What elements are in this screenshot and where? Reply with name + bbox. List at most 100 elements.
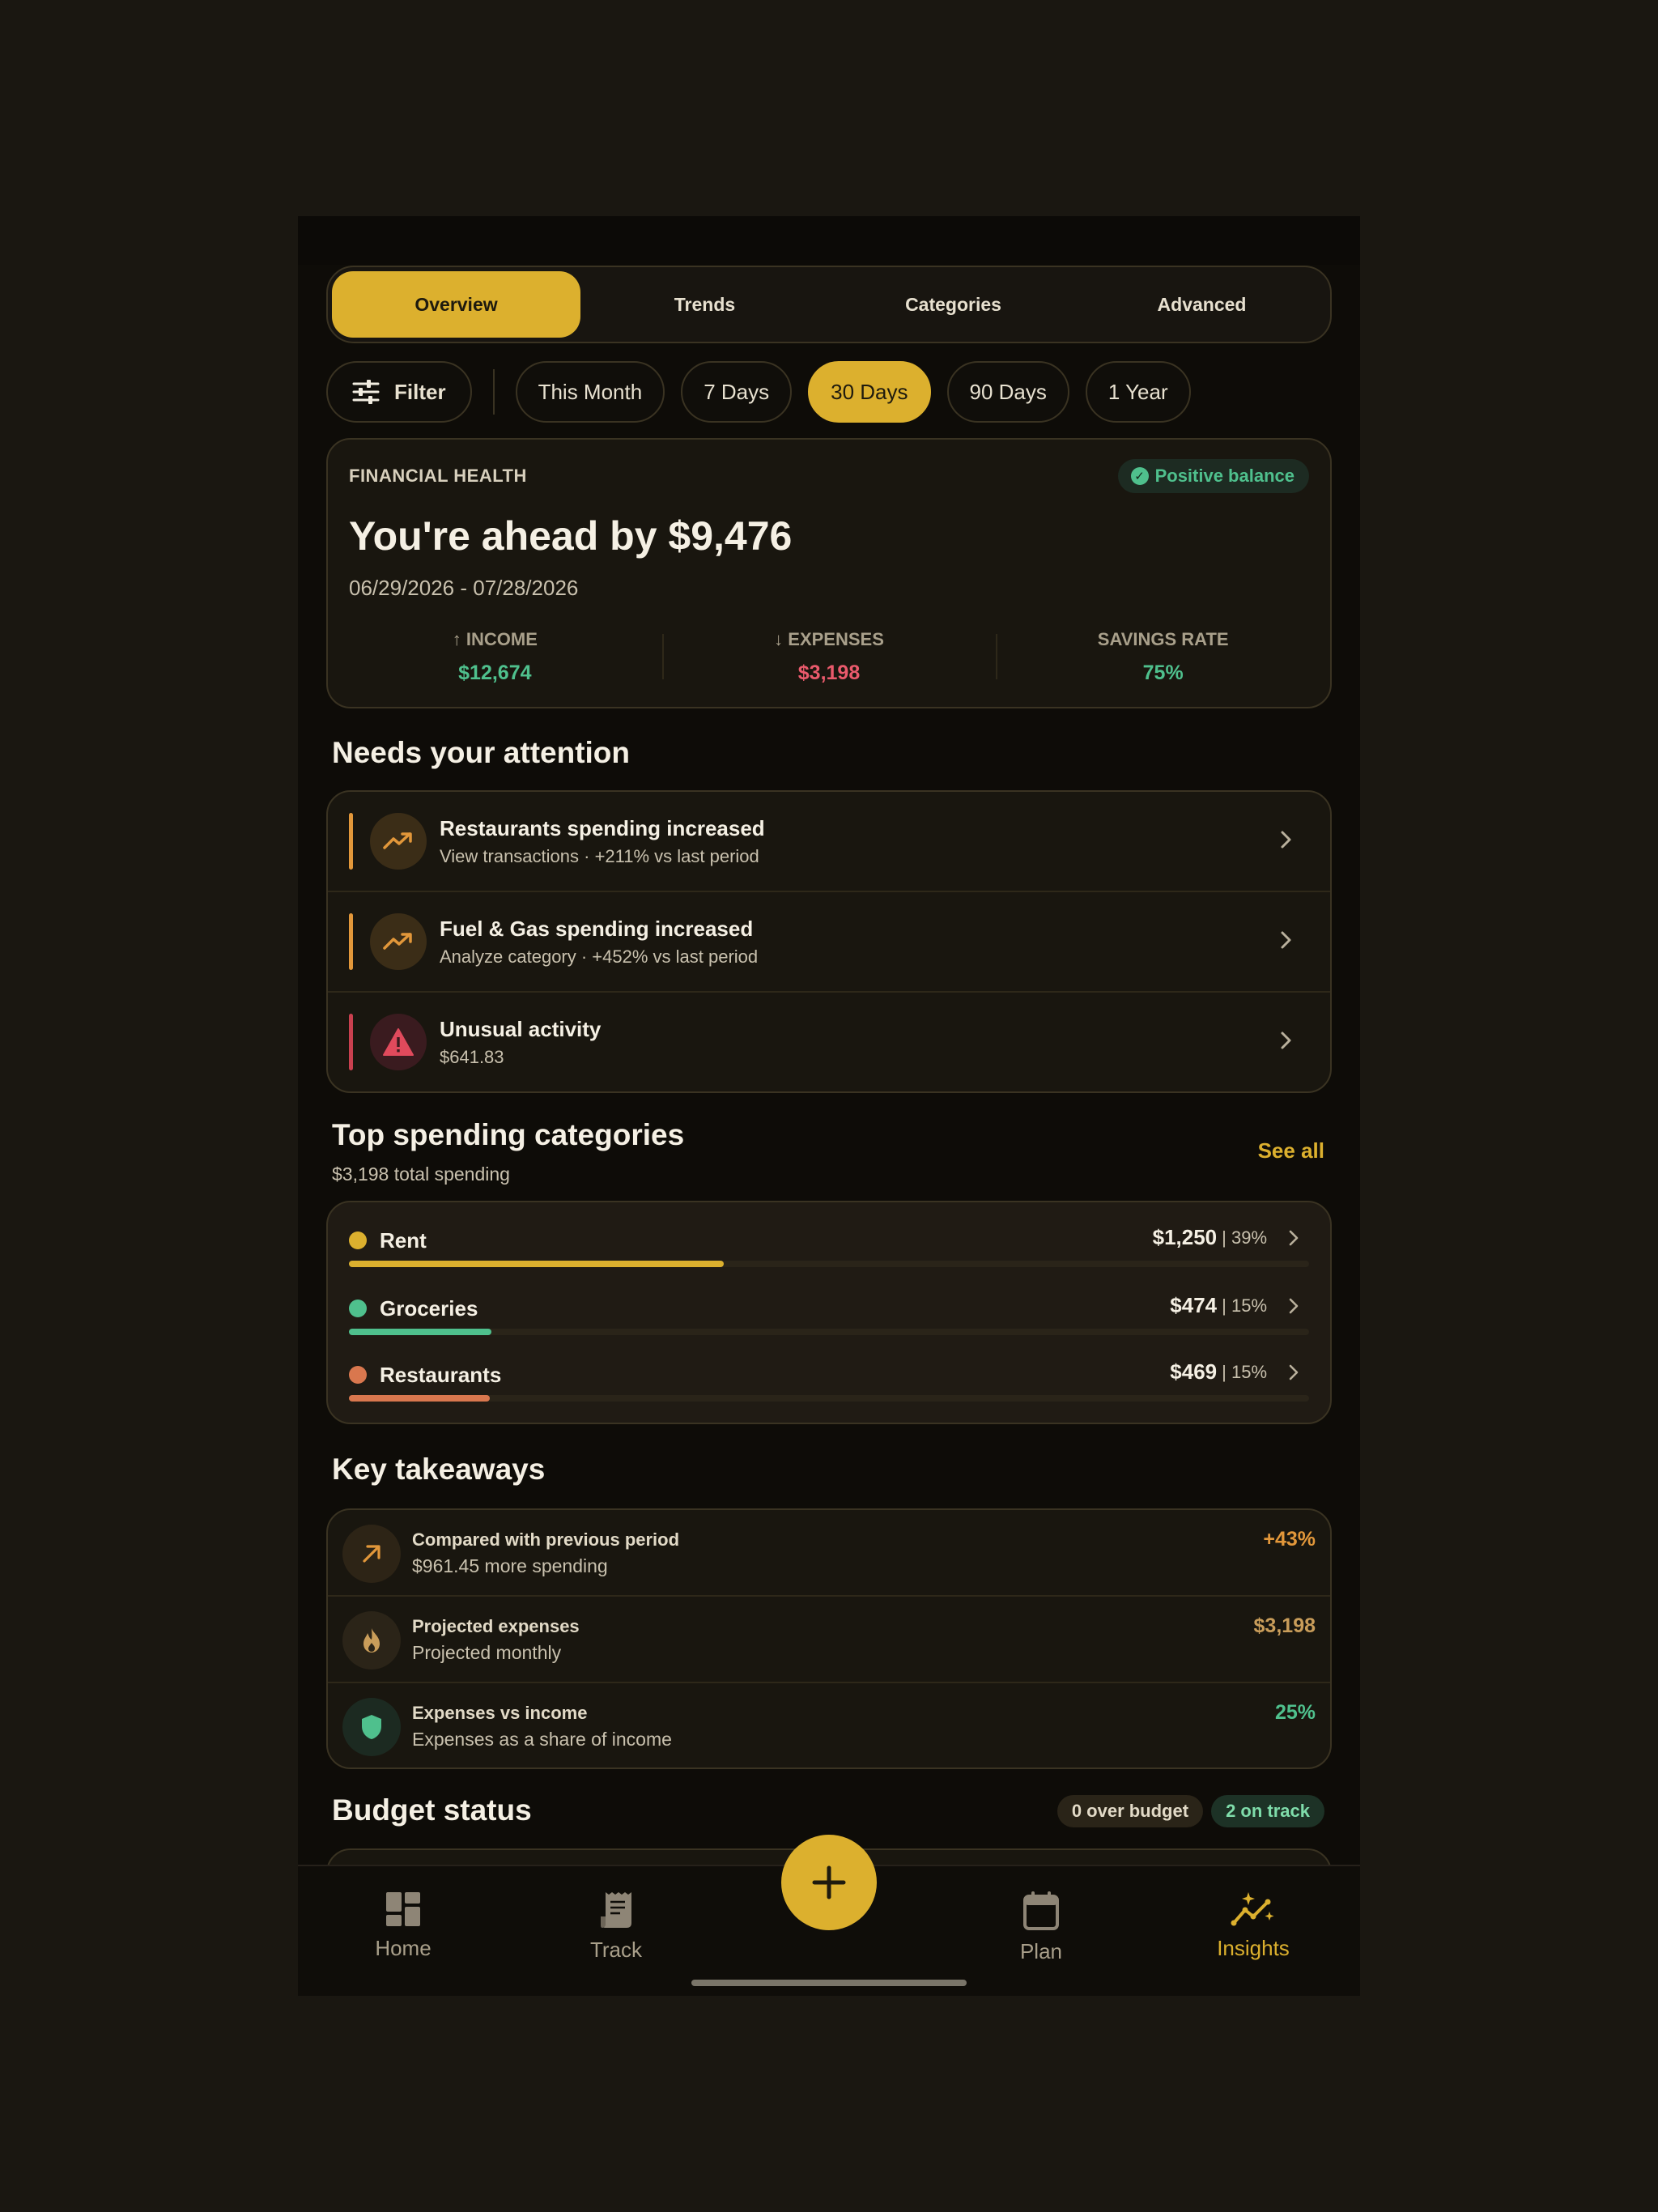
- nav-plan[interactable]: Plan: [960, 1891, 1122, 1964]
- app-screen: Overview Trends Categories Advanced Filt…: [298, 216, 1360, 1996]
- attention-accent-bar: [349, 813, 353, 870]
- flame-icon: [342, 1611, 401, 1670]
- trending-up-icon: [370, 813, 427, 870]
- category-progress-fill: [349, 1395, 491, 1402]
- plus-icon: [812, 1865, 846, 1899]
- attention-item-subtitle: View transactions · +211% vs last period: [440, 846, 759, 866]
- nav-track[interactable]: Track: [535, 1891, 697, 1963]
- nav-home-label: Home: [375, 1936, 432, 1960]
- category-percent: | 39%: [1222, 1227, 1267, 1248]
- badge-label: Positive balance: [1154, 466, 1295, 486]
- dashboard-icon: [386, 1892, 420, 1926]
- attention-item-title: Unusual activity: [440, 1017, 602, 1041]
- attention-item[interactable]: Unusual activity $641.83: [328, 993, 1330, 1091]
- add-transaction-button[interactable]: [781, 1835, 877, 1930]
- expenses-stat: ↓ EXPENSES $3,198: [661, 629, 997, 685]
- attention-accent-bar: [349, 1014, 353, 1070]
- category-amount: $469: [1170, 1359, 1218, 1384]
- takeaway-value: 25%: [1274, 1701, 1316, 1724]
- income-stat: ↑ INCOME $12,674: [328, 629, 662, 685]
- financial-health-label: FINANCIAL HEALTH: [349, 466, 527, 486]
- chip-divider: [492, 369, 495, 415]
- nav-insights[interactable]: Insights: [1172, 1891, 1334, 1961]
- takeaway-subtitle: Projected monthly: [412, 1642, 562, 1663]
- arrow-up-right-icon: [342, 1525, 401, 1583]
- attention-title: Needs your attention: [332, 736, 630, 769]
- range-this-month[interactable]: This Month: [515, 361, 665, 423]
- range-chips: Filter This Month 7 Days 30 Days 90 Days…: [326, 359, 1191, 425]
- nav-insights-label: Insights: [1217, 1936, 1290, 1960]
- on-track-badge: 2 on track: [1211, 1795, 1324, 1827]
- receipt-icon: [601, 1892, 631, 1928]
- chevron-right-icon: [1289, 1298, 1299, 1313]
- expenses-label: EXPENSES: [788, 629, 884, 649]
- tab-overview[interactable]: Overview: [332, 271, 580, 338]
- income-value: $12,674: [458, 661, 532, 684]
- category-dot: [349, 1231, 367, 1249]
- category-row[interactable]: Rent $1,250 | 39%: [349, 1225, 1309, 1274]
- category-amount: $1,250: [1152, 1225, 1218, 1249]
- over-budget-badge: 0 over budget: [1056, 1795, 1204, 1827]
- takeaway-item: Expenses vs income Expenses as a share o…: [328, 1683, 1330, 1767]
- attention-accent-bar: [349, 913, 353, 970]
- arrow-up-icon: ↑: [452, 629, 466, 649]
- budget-status-title: Budget status: [332, 1793, 532, 1827]
- category-row[interactable]: Groceries $474 | 15%: [349, 1293, 1309, 1342]
- category-progress-track: [349, 1395, 1309, 1402]
- category-progress-track: [349, 1329, 1309, 1335]
- top-categories-subtitle: $3,198 total spending: [332, 1163, 510, 1185]
- see-all-link[interactable]: See all: [1258, 1138, 1324, 1163]
- check-circle-icon: ✓: [1130, 467, 1149, 485]
- range-90-days[interactable]: 90 Days: [946, 361, 1069, 423]
- chevron-right-icon: [1281, 1032, 1291, 1049]
- takeaways-card: Compared with previous period $961.45 mo…: [326, 1508, 1332, 1769]
- range-7-days[interactable]: 7 Days: [681, 361, 793, 423]
- chevron-right-icon: [1289, 1230, 1299, 1245]
- category-progress-track: [349, 1261, 1309, 1267]
- takeaway-subtitle: Expenses as a share of income: [412, 1729, 672, 1750]
- range-30-days[interactable]: 30 Days: [808, 361, 931, 423]
- takeaway-title: Projected expenses: [412, 1616, 580, 1636]
- category-row[interactable]: Restaurants $469 | 15%: [349, 1359, 1309, 1408]
- sliders-icon: [352, 380, 380, 404]
- takeaways-title: Key takeaways: [332, 1453, 546, 1486]
- budget-badges: 0 over budget 2 on track: [1056, 1795, 1324, 1827]
- chevron-right-icon: [1281, 931, 1291, 949]
- attention-item[interactable]: Restaurants spending increased View tran…: [328, 792, 1330, 892]
- expenses-value: $3,198: [797, 661, 861, 684]
- attention-item[interactable]: Fuel & Gas spending increased Analyze ca…: [328, 892, 1330, 993]
- positive-balance-badge: ✓ Positive balance: [1117, 459, 1309, 493]
- takeaway-item: Compared with previous period $961.45 mo…: [328, 1510, 1330, 1597]
- tab-trends[interactable]: Trends: [580, 271, 829, 338]
- insights-tabs: Overview Trends Categories Advanced: [326, 266, 1332, 343]
- insights-scroll-area[interactable]: Overview Trends Categories Advanced Filt…: [298, 216, 1360, 1865]
- filter-label: Filter: [394, 379, 446, 404]
- takeaway-value: $3,198: [1253, 1614, 1316, 1637]
- tab-categories[interactable]: Categories: [829, 271, 1078, 338]
- takeaway-item: Projected expenses Projected monthly $3,…: [328, 1597, 1330, 1683]
- tab-advanced[interactable]: Advanced: [1078, 271, 1326, 338]
- category-progress-fill: [349, 1261, 724, 1267]
- nav-plan-label: Plan: [1019, 1939, 1063, 1963]
- insights-sparkle-icon: [1231, 1892, 1274, 1926]
- financial-headline: You're ahead by $9,476: [349, 513, 793, 559]
- financial-health-card: FINANCIAL HEALTH ✓ Positive balance You'…: [326, 438, 1332, 708]
- takeaway-subtitle: $961.45 more spending: [412, 1555, 608, 1576]
- category-percent: | 15%: [1222, 1295, 1267, 1316]
- nav-track-label: Track: [589, 1938, 643, 1962]
- date-range: 06/29/2026 - 07/28/2026: [349, 576, 579, 600]
- shield-icon: [342, 1698, 401, 1756]
- savings-stat: SAVINGS RATE 75%: [996, 629, 1330, 685]
- filter-button[interactable]: Filter: [326, 361, 472, 423]
- attention-card: Restaurants spending increased View tran…: [326, 790, 1332, 1093]
- takeaway-title: Compared with previous period: [412, 1529, 680, 1550]
- attention-item-title: Restaurants spending increased: [440, 816, 765, 840]
- nav-home[interactable]: Home: [322, 1891, 484, 1961]
- category-name: Rent: [380, 1228, 427, 1253]
- trending-up-icon: [370, 913, 427, 970]
- savings-value: 75%: [1142, 661, 1184, 684]
- home-indicator: [691, 1980, 967, 1986]
- category-percent: | 15%: [1222, 1361, 1267, 1382]
- range-1-year[interactable]: 1 Year: [1085, 361, 1191, 423]
- savings-label: SAVINGS RATE: [1097, 629, 1229, 649]
